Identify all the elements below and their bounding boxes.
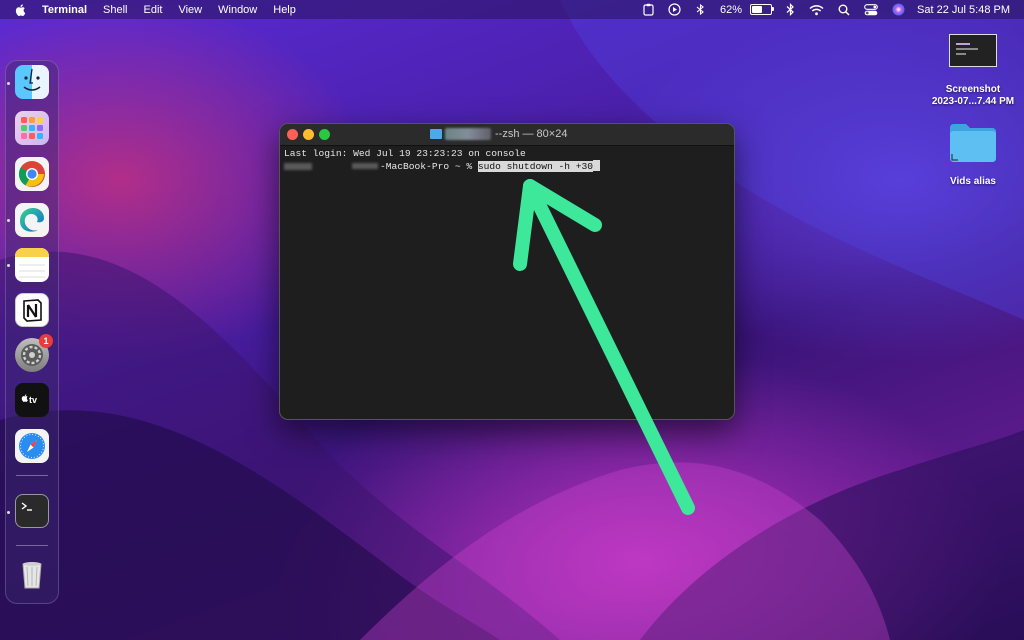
desktop: Terminal Shell Edit View Window Help 62% (0, 0, 1024, 640)
annotation-arrow (513, 179, 695, 515)
